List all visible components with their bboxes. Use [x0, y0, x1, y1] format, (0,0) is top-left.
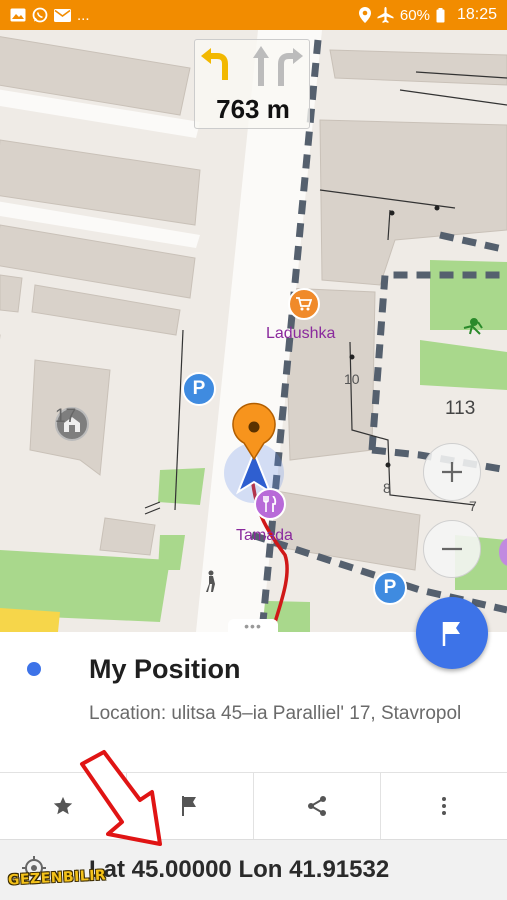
house-number: 8	[383, 480, 391, 496]
building-number: 113	[445, 398, 476, 419]
battery-icon	[436, 7, 445, 23]
image-icon	[10, 8, 26, 22]
monument-number: 17	[55, 406, 77, 427]
status-overflow: ...	[77, 6, 90, 24]
airplane-icon	[377, 7, 394, 23]
restaurant-poi-label[interactable]: Tamada	[236, 527, 293, 545]
minus-icon	[442, 547, 462, 551]
house-number: 7	[469, 498, 477, 514]
coordinates-text: Lat 45.00000 Lon 41.91532	[89, 856, 390, 883]
more-vert-icon	[442, 797, 446, 815]
share-button[interactable]	[254, 773, 381, 839]
plus-icon	[442, 462, 462, 482]
turn-arrows-icon	[201, 46, 303, 86]
battery-percent: 60%	[399, 6, 430, 24]
place-title: My Position	[89, 654, 241, 684]
mail-icon	[54, 8, 71, 22]
zoom-in-button[interactable]	[423, 443, 481, 501]
turn-distance: 763 m	[216, 94, 290, 124]
star-icon	[53, 796, 73, 815]
whatsapp-icon	[32, 7, 48, 23]
turn-instruction-panel[interactable]: 763 m	[194, 39, 310, 129]
flag-icon	[442, 622, 460, 646]
flag-icon	[182, 796, 196, 816]
shop-poi-icon[interactable]	[288, 288, 320, 320]
parking-icon[interactable]: P	[182, 372, 216, 406]
position-dot-icon	[27, 662, 41, 676]
restaurant-poi-icon[interactable]	[254, 488, 286, 520]
location-icon	[358, 7, 371, 23]
share-icon	[308, 796, 326, 816]
clock: 18:25	[456, 6, 497, 23]
place-address: Location: ulitsa 45–ia Paralliel' 17, St…	[89, 703, 462, 724]
house-number: 10	[344, 371, 360, 387]
zoom-out-button[interactable]	[423, 520, 481, 578]
more-options-button[interactable]	[381, 773, 507, 839]
action-bar	[0, 772, 507, 839]
annotation-arrow-icon	[80, 750, 162, 846]
shop-poi-label[interactable]: Ladushka	[266, 325, 335, 343]
location-info-sheet: My Position Location: ulitsa 45–ia Paral…	[0, 632, 507, 900]
sheet-drag-handle[interactable]: •••	[228, 618, 278, 634]
parking-icon[interactable]: P	[373, 571, 407, 605]
status-bar: ... 60% 18:25	[0, 0, 507, 30]
navigate-flag-button[interactable]	[416, 597, 488, 669]
map-view[interactable]: 763 m Ladushka P P 17 Tamada 10 8 7 113	[0, 30, 507, 632]
